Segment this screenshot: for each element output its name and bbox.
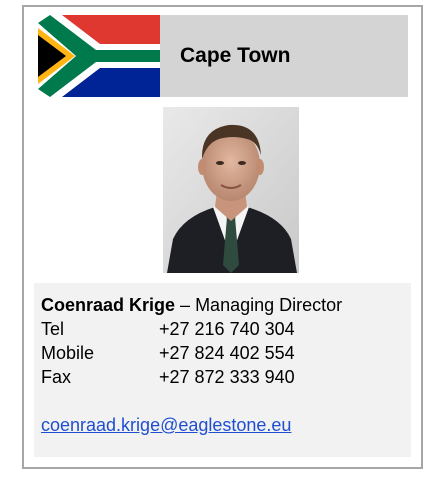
south-africa-flag-icon	[38, 15, 160, 97]
contact-info-panel: Coenraad Krige – Managing Director Tel +2…	[34, 283, 411, 457]
fax-row: Fax +27 872 333 940	[41, 367, 295, 388]
fax-label: Fax	[41, 367, 72, 387]
profile-photo	[163, 107, 299, 273]
mobile-label: Mobile	[41, 343, 95, 363]
tel-value: +27 216 740 304	[159, 319, 295, 339]
email-link[interactable]: coenraad.krige@eaglestone.eu	[41, 415, 291, 436]
person-name: Coenraad Krige	[41, 295, 176, 315]
mobile-row: Mobile +27 824 402 554	[41, 343, 295, 364]
tel-row: Tel +27 216 740 304	[41, 319, 295, 340]
fax-value: +27 872 333 940	[159, 367, 295, 387]
mobile-value: +27 824 402 554	[159, 343, 295, 363]
contact-card: Cape Town Coenraad Krige – Managing Dire…	[22, 5, 423, 469]
location-header: Cape Town	[38, 15, 408, 97]
name-title-line: Coenraad Krige – Managing Director	[41, 295, 342, 316]
person-title: Managing Director	[195, 295, 343, 315]
tel-label: Tel	[41, 319, 65, 339]
name-separator: –	[175, 295, 196, 315]
city-name: Cape Town	[180, 44, 291, 67]
